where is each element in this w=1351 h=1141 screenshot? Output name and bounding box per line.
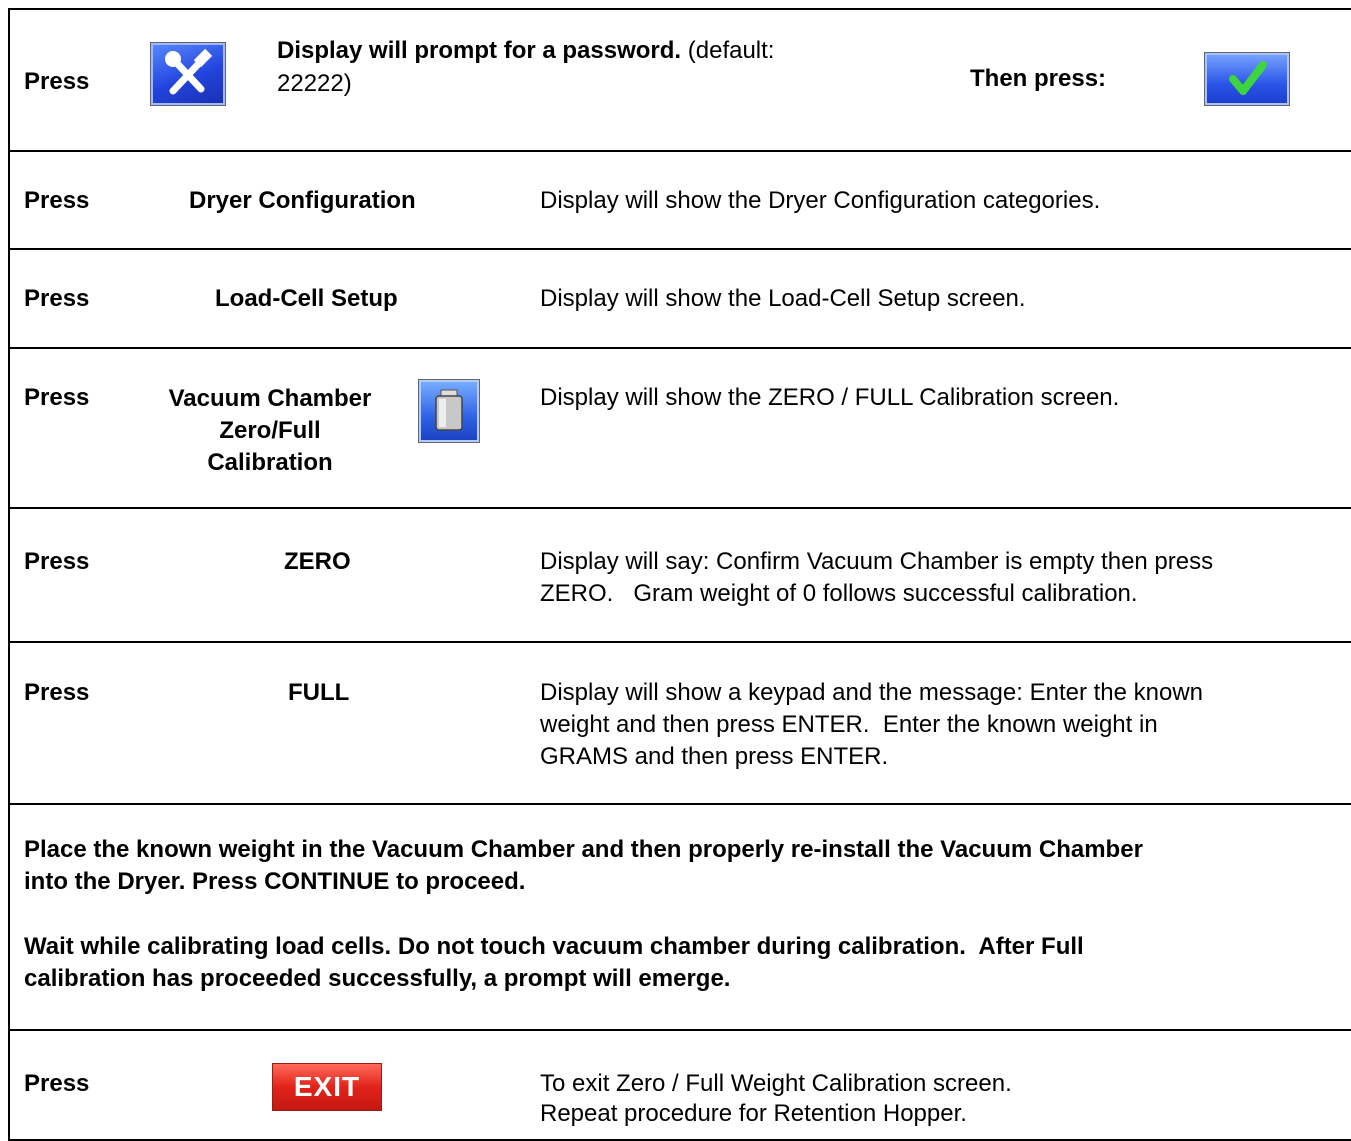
weight-icon[interactable] — [418, 379, 480, 443]
press-label: Press — [24, 548, 90, 575]
password-prompt-default: (default: — [687, 37, 775, 64]
step-row-dryer-configuration: Press Dryer Configuration Display will s… — [8, 150, 1351, 248]
instruction-line: Wait while calibrating load cells. Do no… — [24, 933, 1084, 960]
password-prompt: Display will prompt for a password. (def… — [277, 36, 774, 65]
press-label: Press — [24, 285, 90, 312]
press-label: Press — [24, 187, 90, 214]
step-row-vacuum-chamber: Press Vacuum Chamber Zero/Full Calibrati… — [8, 347, 1351, 507]
press-label: Press — [24, 1070, 90, 1097]
label-line: Calibration — [207, 449, 333, 476]
step-description: Display will show the ZERO / FULL Calibr… — [540, 384, 1120, 411]
load-cell-setup-button[interactable]: Load-Cell Setup — [215, 284, 398, 313]
step-row-full: Press FULL Display will show a keypad an… — [8, 641, 1351, 803]
step-description-line: Repeat procedure for Retention Hopper. — [540, 1100, 967, 1127]
step-description-line: To exit Zero / Full Weight Calibration s… — [540, 1070, 1012, 1097]
password-default-value: 22222) — [277, 70, 352, 97]
step-description-line: weight and then press ENTER. Enter the k… — [540, 711, 1158, 738]
label-line: Vacuum Chamber — [168, 385, 372, 412]
dryer-configuration-button[interactable]: Dryer Configuration — [189, 186, 416, 215]
instruction-line: Place the known weight in the Vacuum Cha… — [24, 836, 1143, 863]
tools-icon[interactable] — [150, 42, 226, 106]
password-prompt-bold: Display will prompt for a password. — [277, 37, 682, 64]
instructions-row: Place the known weight in the Vacuum Cha… — [8, 803, 1351, 1029]
zero-button[interactable]: ZERO — [284, 547, 351, 576]
step-description: Display will show the Dryer Configuratio… — [540, 187, 1101, 214]
step-row-load-cell-setup: Press Load-Cell Setup Display will show … — [8, 248, 1351, 347]
then-press-label: Then press: — [970, 65, 1107, 92]
step-row-password: Press Display will prompt for a password… — [8, 8, 1351, 150]
step-description: Display will show the Load-Cell Setup sc… — [540, 285, 1026, 312]
press-label: Press — [24, 679, 90, 706]
step-description-line: ZERO. Gram weight of 0 follows successfu… — [540, 580, 1138, 607]
vacuum-chamber-calibration-button[interactable]: Vacuum Chamber Zero/Full Calibration — [140, 383, 400, 479]
step-row-zero: Press ZERO Display will say: Confirm Vac… — [8, 507, 1351, 641]
step-description-line: Display will show a keypad and the messa… — [540, 679, 1204, 706]
instruction-line: into the Dryer. Press CONTINUE to procee… — [24, 868, 526, 895]
checkmark-icon[interactable] — [1204, 52, 1290, 106]
instruction-line: calibration has proceeded successfully, … — [24, 965, 731, 992]
press-label: Press — [24, 68, 90, 95]
press-label: Press — [24, 384, 90, 411]
exit-button[interactable]: EXIT — [272, 1063, 382, 1111]
step-row-exit: Press EXIT To exit Zero / Full Weight Ca… — [8, 1029, 1351, 1141]
step-description-line: GRAMS and then press ENTER. — [540, 743, 889, 770]
step-description-line: Display will say: Confirm Vacuum Chamber… — [540, 548, 1214, 575]
label-line: Zero/Full — [219, 417, 321, 444]
full-button[interactable]: FULL — [288, 678, 349, 707]
